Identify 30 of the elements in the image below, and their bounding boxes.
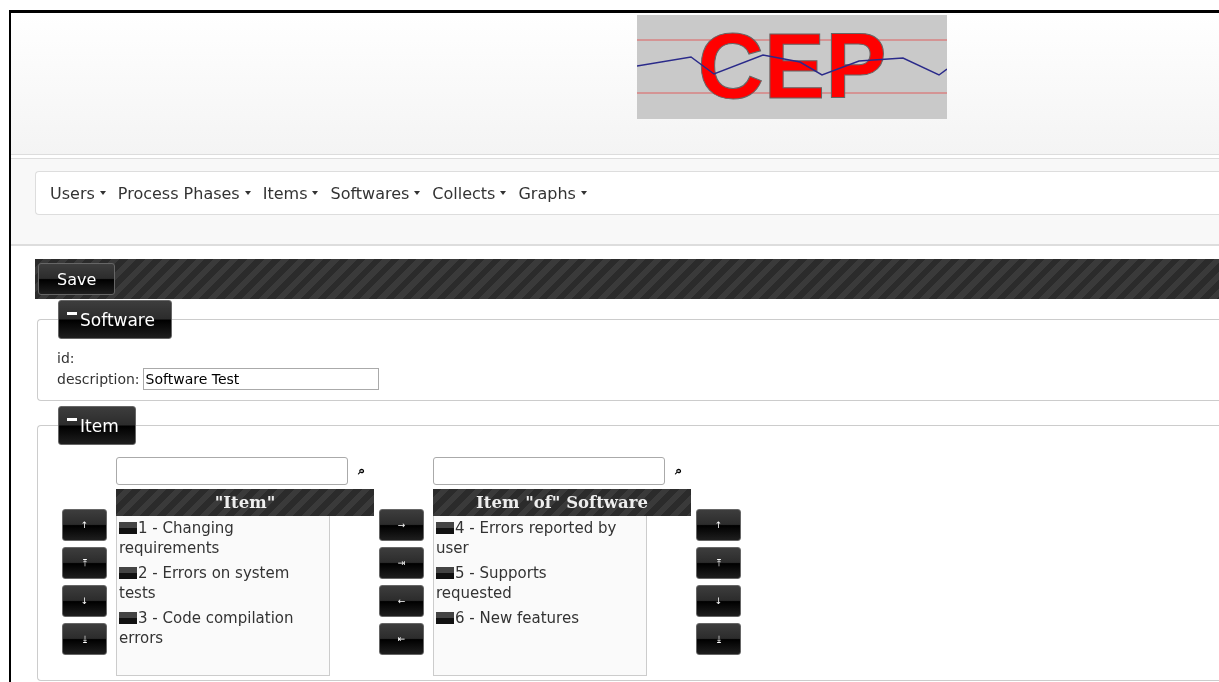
reorder-button[interactable]: ↑ xyxy=(62,509,107,541)
reorder-button[interactable]: ⤒ xyxy=(62,547,107,579)
search-icon[interactable]: ⌕ xyxy=(675,463,682,479)
reorder-button[interactable]: ↑ xyxy=(696,509,741,541)
menu-dropdown[interactable]: Process Phases xyxy=(111,183,257,203)
save-button[interactable]: Save xyxy=(38,263,116,295)
list-header: Item "of" Software xyxy=(433,489,691,516)
panel-toggle[interactable]: Item xyxy=(58,406,136,445)
reorder-button[interactable]: ⤓ xyxy=(696,623,741,655)
field-label: id: xyxy=(57,350,76,366)
search-field[interactable] xyxy=(433,457,665,485)
search-field[interactable] xyxy=(116,457,348,485)
menu-dropdown[interactable]: Graphs xyxy=(512,183,593,203)
transfer-button[interactable]: ⇥ xyxy=(379,547,424,579)
transfer-button[interactable]: ⇤ xyxy=(379,623,424,655)
reorder-button[interactable]: ↓ xyxy=(696,585,741,617)
search-icon[interactable]: ⌕ xyxy=(358,463,365,479)
menu-dropdown[interactable]: Items xyxy=(256,183,325,203)
reorder-button[interactable]: ↓ xyxy=(62,585,107,617)
description-field[interactable]: Software Test xyxy=(142,368,379,390)
menu-dropdown[interactable]: Users xyxy=(44,183,112,203)
menu-dropdown[interactable]: Softwares xyxy=(324,183,427,203)
panel-toggle[interactable]: Software xyxy=(58,300,172,339)
transfer-button[interactable]: → xyxy=(379,509,424,541)
reorder-button[interactable]: ⤒ xyxy=(696,547,741,579)
reorder-button[interactable]: ⤓ xyxy=(62,623,107,655)
field-label: description: xyxy=(57,371,140,387)
menu-dropdown[interactable]: Collects xyxy=(426,183,513,203)
transfer-button[interactable]: ← xyxy=(379,585,424,617)
list-header: "Item" xyxy=(116,489,374,516)
